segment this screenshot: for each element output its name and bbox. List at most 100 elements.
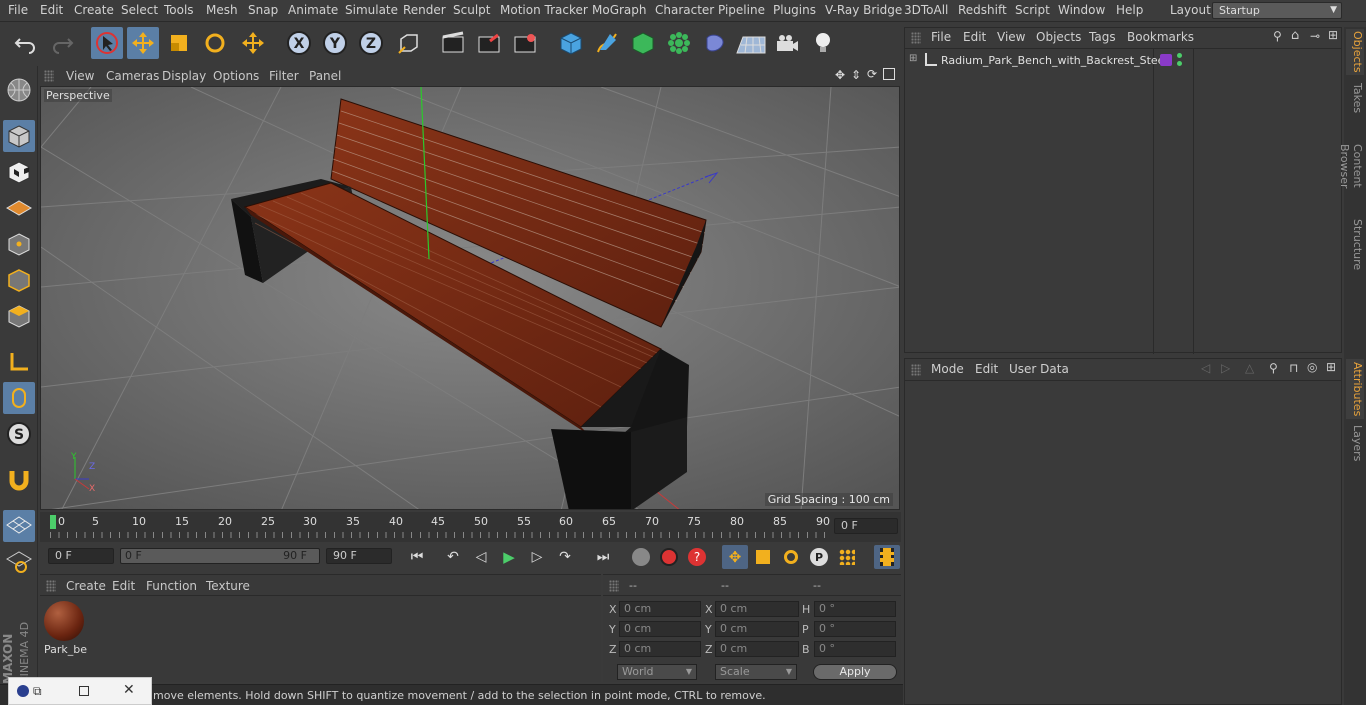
menu-motion-tracker[interactable]: Motion Tracker <box>500 3 588 17</box>
size-z-field[interactable]: 0 cm <box>715 641 799 657</box>
current-frame-field[interactable]: 0 F <box>834 518 898 534</box>
attributes-menu-edit[interactable]: Edit <box>975 362 998 376</box>
objects-menu-bookmarks[interactable]: Bookmarks <box>1127 30 1194 44</box>
z-axis-lock-button[interactable]: Z <box>355 27 387 59</box>
render-settings-button[interactable] <box>509 27 541 59</box>
scale-tool-button[interactable] <box>163 27 195 59</box>
object-name[interactable]: Radium_Park_Bench_with_Backrest_Steel <box>941 54 1167 67</box>
snap-settings-button[interactable]: S <box>3 418 35 450</box>
make-editable-button[interactable] <box>3 74 35 106</box>
restore-icon[interactable]: ⧉ <box>33 684 42 699</box>
lock-icon[interactable]: ⊓ <box>1289 361 1298 375</box>
key-scale-button[interactable] <box>750 545 776 569</box>
viewport-menu-view[interactable]: View <box>66 69 94 83</box>
objects-menu-tags[interactable]: Tags <box>1089 30 1116 44</box>
material-menu-texture[interactable]: Texture <box>206 579 250 593</box>
tweak-mode-button[interactable] <box>3 382 35 414</box>
drag-handle-icon[interactable] <box>609 580 619 592</box>
live-selection-button[interactable] <box>91 27 123 59</box>
attributes-menu-user-data[interactable]: User Data <box>1009 362 1069 376</box>
coordinate-system-button[interactable] <box>393 27 425 59</box>
material-menu-edit[interactable]: Edit <box>112 579 135 593</box>
motion-record-button[interactable] <box>628 545 654 569</box>
key-parameter-button[interactable]: P <box>806 545 832 569</box>
menu-vray-bridge[interactable]: V-Ray Bridge <box>825 3 902 17</box>
previous-key-button[interactable]: ↶ <box>440 545 466 569</box>
menu-help[interactable]: Help <box>1116 3 1143 17</box>
texture-mode-button[interactable] <box>3 156 35 188</box>
menu-mograph[interactable]: MoGraph <box>592 3 647 17</box>
render-visibility-dot[interactable] <box>1177 61 1182 66</box>
menu-snap[interactable]: Snap <box>248 3 278 17</box>
menu-character[interactable]: Character <box>655 3 714 17</box>
key-point-level-button[interactable] <box>834 545 860 569</box>
light-button[interactable] <box>807 27 839 59</box>
expand-icon[interactable]: ⊞ <box>909 53 917 64</box>
render-view-button[interactable] <box>437 27 469 59</box>
size-mode-dropdown[interactable]: Scale ▼ <box>715 664 797 680</box>
axis-mode-button[interactable] <box>3 346 35 378</box>
pos-y-field[interactable]: 0 cm <box>619 621 701 637</box>
menu-mesh[interactable]: Mesh <box>206 3 238 17</box>
tab-structure[interactable]: Structure <box>1346 219 1364 271</box>
pos-z-field[interactable]: 0 cm <box>619 641 701 657</box>
cloner-button[interactable] <box>663 27 695 59</box>
object-row[interactable]: ⊞ Radium_Park_Bench_with_Backrest_Steel <box>907 52 1339 70</box>
link-icon[interactable]: ⊸ <box>1310 29 1320 43</box>
maximize-view-icon[interactable] <box>883 68 895 80</box>
orbit-view-icon[interactable]: ⟳ <box>867 67 877 81</box>
menu-file[interactable]: File <box>8 3 28 17</box>
record-button[interactable] <box>656 545 682 569</box>
3d-viewport[interactable]: Y Z X Perspective Grid Spacing : 100 cm <box>40 86 900 510</box>
menu-simulate[interactable]: Simulate <box>345 3 398 17</box>
tab-layers[interactable]: Layers <box>1346 425 1364 461</box>
viewport-menu-options[interactable]: Options <box>213 69 259 83</box>
tab-attributes[interactable]: Attributes <box>1346 359 1364 419</box>
apply-button[interactable]: Apply <box>813 664 897 680</box>
workplane-lock-button[interactable] <box>3 510 35 542</box>
goto-end-button[interactable]: ⏭ <box>590 545 616 569</box>
frame-range-slider[interactable]: 0 F 90 F <box>120 548 320 564</box>
drag-handle-icon[interactable] <box>911 32 921 44</box>
home-icon[interactable]: ⌂ <box>1291 28 1299 43</box>
search-icon[interactable]: ⚲ <box>1273 29 1282 43</box>
deformer-button[interactable] <box>699 27 731 59</box>
viewport-menu-cameras[interactable]: Cameras <box>106 69 159 83</box>
tab-takes[interactable]: Takes <box>1346 81 1364 115</box>
editor-visibility-dot[interactable] <box>1177 53 1182 58</box>
redo-button[interactable] <box>46 27 78 59</box>
menu-sculpt[interactable]: Sculpt <box>453 3 490 17</box>
drag-handle-icon[interactable] <box>911 364 921 376</box>
model-mode-button[interactable] <box>3 120 35 152</box>
layer-color-tag[interactable] <box>1160 54 1172 66</box>
material-menu-function[interactable]: Function <box>146 579 197 593</box>
transform-tool-button[interactable] <box>237 27 269 59</box>
play-button[interactable]: ▶ <box>496 545 522 569</box>
attributes-menu-mode[interactable]: Mode <box>931 362 964 376</box>
material-swatch[interactable]: Park_be <box>42 599 87 657</box>
size-x-field[interactable]: 0 cm <box>715 601 799 617</box>
menu-select[interactable]: Select <box>121 3 158 17</box>
maximize-icon[interactable] <box>79 686 89 696</box>
move-tool-button[interactable] <box>127 27 159 59</box>
pen-spline-button[interactable] <box>591 27 623 59</box>
up-arrow-icon[interactable]: △ <box>1245 361 1254 375</box>
target-icon[interactable]: ◎ <box>1307 360 1317 374</box>
x-axis-lock-button[interactable]: X <box>283 27 315 59</box>
rotate-tool-button[interactable] <box>199 27 231 59</box>
polygons-mode-button[interactable] <box>3 300 35 332</box>
menu-plugins[interactable]: Plugins <box>773 3 816 17</box>
render-picture-viewer-button[interactable] <box>473 27 505 59</box>
search-icon[interactable]: ⚲ <box>1269 361 1278 375</box>
next-frame-button[interactable]: ▷ <box>524 545 550 569</box>
key-position-button[interactable]: ✥ <box>722 545 748 569</box>
objects-menu-view[interactable]: View <box>997 30 1025 44</box>
menu-redshift[interactable]: Redshift <box>958 3 1007 17</box>
coordinate-mode-dropdown[interactable]: World ▼ <box>617 664 697 680</box>
objects-menu-file[interactable]: File <box>931 30 951 44</box>
key-rotation-button[interactable] <box>778 545 804 569</box>
viewport-menu-filter[interactable]: Filter <box>269 69 299 83</box>
pos-x-field[interactable]: 0 cm <box>619 601 701 617</box>
layout-dropdown[interactable]: Startup ▼ <box>1212 2 1342 19</box>
viewport-menu-panel[interactable]: Panel <box>309 69 341 83</box>
